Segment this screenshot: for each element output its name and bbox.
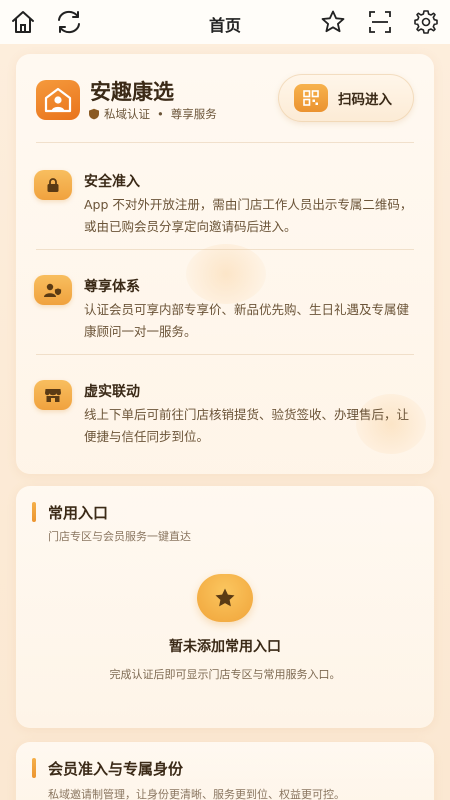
star-icon [321, 10, 345, 33]
scan-enter-label: 扫码进入 [338, 92, 392, 108]
section-title: 会员准入与专属身份 [48, 760, 184, 778]
feature-exclusive-system: 尊享体系 认证会员可享内部专享价、新品优先购、生日礼遇及专属健康顾问一对一服务。 [34, 275, 418, 345]
section-subtitle: 门店专区与会员服务一键直达 [48, 530, 191, 543]
divider [36, 354, 414, 355]
feature-title: 安全准入 [84, 174, 140, 190]
favorite-button[interactable] [318, 7, 348, 37]
tag-separator: • [157, 107, 164, 121]
empty-state-desc: 完成认证后即可显示门店专区与常用服务入口。 [109, 668, 341, 681]
tag-private-certified: 私域认证 [104, 107, 150, 121]
gear-icon [414, 10, 438, 34]
section-accent-bar [32, 502, 36, 522]
member-shield-icon [34, 275, 72, 305]
feature-desc: 认证会员可享内部专享价、新品优先购、生日礼遇及专属健康顾问一对一服务。 [84, 302, 410, 339]
shortcuts-card: 常用入口 门店专区与会员服务一键直达 暂未添加常用入口 完成认证后即可显示门店专… [16, 486, 434, 728]
section-title: 常用入口 [48, 504, 109, 522]
tag-exclusive-service: 尊享服务 [170, 107, 217, 121]
scan-button[interactable] [365, 7, 395, 37]
section-subtitle: 私域邀请制管理，让身份更清晰、服务更到位、权益更可控。 [48, 788, 345, 800]
brand-name: 安趣康选 [90, 80, 174, 104]
empty-star-icon [197, 574, 253, 622]
feature-desc: App 不对外开放注册，需由门店工作人员出示专属二维码，或由已购会员分享定向邀请… [84, 197, 413, 234]
feature-desc: 线上下单后可前往门店核销提货、验货签收、办理售后，让便捷与信任同步到位。 [84, 407, 410, 444]
store-icon [34, 380, 72, 410]
membership-card: 会员准入与专属身份 私域邀请制管理，让身份更清晰、服务更到位、权益更可控。 [16, 742, 434, 800]
brand-logo-icon [44, 87, 72, 113]
qr-code-icon [294, 84, 328, 112]
brand-logo [36, 80, 80, 120]
feature-title: 尊享体系 [84, 279, 140, 295]
brand-card: 安趣康选 私域认证 • 尊享服务 扫码进入 安全准入 App 不对外开放注册，需… [16, 54, 434, 474]
empty-state-title: 暂未添加常用入口 [169, 639, 281, 655]
divider [36, 249, 414, 250]
feature-title: 虚实联动 [84, 384, 140, 400]
section-accent-bar [32, 758, 36, 778]
divider [36, 142, 414, 143]
shield-icon [89, 108, 99, 120]
scan-icon [369, 11, 391, 33]
settings-button[interactable] [411, 7, 441, 37]
feature-online-offline: 虚实联动 线上下单后可前往门店核销提货、验货签收、办理售后，让便捷与信任同步到位… [34, 380, 418, 450]
lock-icon [34, 170, 72, 200]
brand-tags: 私域认证 • 尊享服务 [88, 106, 217, 122]
scan-enter-button[interactable]: 扫码进入 [278, 74, 414, 122]
top-bar: 首页 [0, 0, 450, 44]
feature-secure-access: 安全准入 App 不对外开放注册，需由门店工作人员出示专属二维码，或由已购会员分… [34, 170, 418, 240]
